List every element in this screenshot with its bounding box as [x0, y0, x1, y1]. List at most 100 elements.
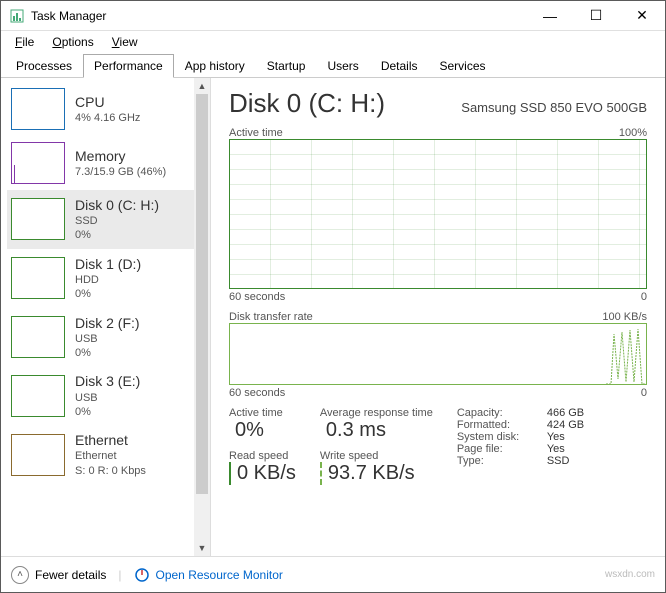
chart2-label: Disk transfer rate [229, 311, 313, 323]
active-time-chart [229, 139, 647, 289]
sidebar-item-disk3[interactable]: Disk 3 (E:) USB 0% [7, 366, 208, 425]
transfer-rate-chart [229, 323, 647, 385]
fewer-details-button[interactable]: Fewer details [35, 568, 106, 582]
app-icon [9, 8, 25, 24]
sidebar-item-sub: USB [75, 391, 140, 405]
stat-value: 0 KB/s [229, 462, 296, 485]
tab-app-history[interactable]: App history [174, 54, 256, 78]
chart1-xleft: 60 seconds [229, 291, 285, 303]
sidebar-item-sub: 7.3/15.9 GB (46%) [75, 165, 166, 179]
sidebar-item-memory[interactable]: Memory 7.3/15.9 GB (46%) [7, 136, 208, 190]
sidebar-item-name: Disk 0 (C: H:) [75, 196, 159, 214]
sidebar-item-name: Disk 2 (F:) [75, 314, 140, 332]
chart2-footer: 60 seconds 0 [229, 387, 647, 399]
open-resource-monitor-link[interactable]: Open Resource Monitor [156, 568, 283, 582]
chart1-xright: 0 [641, 291, 647, 303]
stat-write-speed: Write speed 93.7 KB/s [320, 450, 433, 485]
sidebar-item-sub: HDD [75, 273, 141, 287]
chart2-xleft: 60 seconds [229, 387, 285, 399]
kv-key: Capacity: [457, 407, 547, 419]
sidebar-label: Disk 1 (D:) HDD 0% [75, 255, 141, 302]
tab-users[interactable]: Users [316, 54, 369, 78]
disk-thumb-icon [11, 316, 65, 358]
scroll-thumb[interactable] [196, 94, 208, 494]
sidebar-item-sub2: 0% [75, 346, 140, 360]
sidebar-item-name: Disk 3 (E:) [75, 372, 140, 390]
sidebar-item-disk0[interactable]: Disk 0 (C: H:) SSD 0% [7, 190, 208, 249]
sidebar-item-sub2: 0% [75, 287, 141, 301]
minimize-button[interactable]: — [527, 1, 573, 31]
kv-key: Formatted: [457, 419, 547, 431]
menu-options[interactable]: Options [44, 33, 101, 51]
sidebar-label: Disk 0 (C: H:) SSD 0% [75, 196, 159, 243]
stats-row: Active time 0% Read speed 0 KB/s Average… [229, 407, 647, 493]
sidebar-label: Ethernet Ethernet S: 0 R: 0 Kbps [75, 431, 146, 478]
maximize-button[interactable]: ☐ [573, 1, 619, 31]
stat-label: Read speed [229, 450, 296, 462]
page-title: Disk 0 (C: H:) [229, 88, 385, 119]
sidebar-item-ethernet[interactable]: Ethernet Ethernet S: 0 R: 0 Kbps [7, 425, 208, 484]
ethernet-thumb-icon [11, 434, 65, 476]
kv-table: Capacity:466 GB Formatted:424 GB System … [457, 407, 584, 493]
sidebar-item-name: Disk 1 (D:) [75, 255, 141, 273]
stat-col-2: Average response time 0.3 ms Write speed… [320, 407, 433, 493]
window-title: Task Manager [31, 9, 527, 23]
sidebar-item-name: CPU [75, 93, 140, 111]
stat-avg-response: Average response time 0.3 ms [320, 407, 433, 442]
sidebar-item-disk1[interactable]: Disk 1 (D:) HDD 0% [7, 249, 208, 308]
sidebar-item-sub: SSD [75, 214, 159, 228]
kv-key: System disk: [457, 431, 547, 443]
sidebar-item-sub2: 0% [75, 228, 159, 242]
stat-label: Write speed [320, 450, 433, 462]
stat-label: Average response time [320, 407, 433, 419]
menubar: File Options View [1, 31, 665, 53]
stat-value: 93.7 KB/s [320, 462, 433, 485]
kv-value: Yes [547, 431, 565, 443]
footer: ˄ Fewer details | Open Resource Monitor … [1, 556, 665, 592]
kv-value: SSD [547, 455, 570, 467]
stat-read-speed: Read speed 0 KB/s [229, 450, 296, 485]
tab-startup[interactable]: Startup [256, 54, 317, 78]
main-panel: Disk 0 (C: H:) Samsung SSD 850 EVO 500GB… [211, 78, 665, 556]
kv-key: Page file: [457, 443, 547, 455]
chevron-up-icon[interactable]: ˄ [11, 566, 29, 584]
sidebar-item-sub2: S: 0 R: 0 Kbps [75, 464, 146, 478]
close-button[interactable]: ✕ [619, 1, 665, 31]
sidebar-item-disk2[interactable]: Disk 2 (F:) USB 0% [7, 308, 208, 367]
stat-value: 0.3 ms [320, 419, 433, 442]
tab-processes[interactable]: Processes [5, 54, 83, 78]
main-header: Disk 0 (C: H:) Samsung SSD 850 EVO 500GB [229, 88, 647, 119]
memory-thumb-icon [11, 142, 65, 184]
scroll-down-icon[interactable]: ▼ [194, 540, 210, 556]
disk-thumb-icon [11, 198, 65, 240]
chart2-max: 100 KB/s [602, 311, 647, 323]
scrollbar[interactable]: ▲ ▼ [194, 78, 210, 556]
separator: | [118, 568, 121, 582]
resource-monitor-icon [134, 567, 150, 583]
kv-value: 466 GB [547, 407, 584, 419]
chart1-label: Active time [229, 127, 283, 139]
menu-file[interactable]: File [7, 33, 42, 51]
scroll-up-icon[interactable]: ▲ [194, 78, 210, 94]
sidebar-item-sub2: 0% [75, 405, 140, 419]
chart1-header: Active time 100% [229, 127, 647, 139]
sidebar-item-name: Ethernet [75, 431, 146, 449]
chart2-xright: 0 [641, 387, 647, 399]
sidebar-item-name: Memory [75, 147, 166, 165]
tab-performance[interactable]: Performance [83, 54, 174, 78]
titlebar: Task Manager — ☐ ✕ [1, 1, 665, 31]
content: CPU 4% 4.16 GHz Memory 7.3/15.9 GB (46%)… [1, 78, 665, 556]
menu-view[interactable]: View [104, 33, 146, 51]
sidebar-item-cpu[interactable]: CPU 4% 4.16 GHz [7, 82, 208, 136]
chart1-footer: 60 seconds 0 [229, 291, 647, 303]
sidebar: CPU 4% 4.16 GHz Memory 7.3/15.9 GB (46%)… [1, 78, 211, 556]
chart1-max: 100% [619, 127, 647, 139]
disk-thumb-icon [11, 375, 65, 417]
chart2-header: Disk transfer rate 100 KB/s [229, 311, 647, 323]
watermark: wsxdn.com [605, 569, 655, 580]
tab-details[interactable]: Details [370, 54, 429, 78]
kv-value: Yes [547, 443, 565, 455]
stat-active-time: Active time 0% [229, 407, 296, 442]
tab-services[interactable]: Services [429, 54, 497, 78]
sidebar-label: Memory 7.3/15.9 GB (46%) [75, 147, 166, 179]
